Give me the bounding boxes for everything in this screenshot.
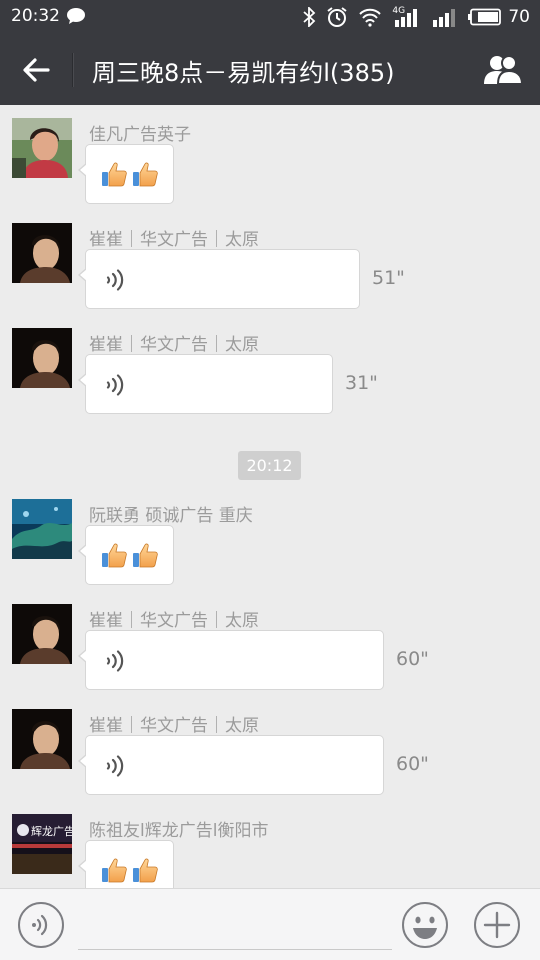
wifi-icon [359,8,382,27]
sender-name: 陈祖友l辉龙广告l衡阳市 [89,821,269,841]
voice-wave-icon [104,649,126,673]
avatar[interactable] [12,604,72,664]
status-icons: 4G 70 [302,5,530,29]
voice-message-bubble[interactable] [78,630,384,690]
thumbs-up-icon [131,856,159,884]
thumbs-up-icon [131,541,159,569]
thumbs-up-emoji-group [100,856,159,884]
message-bubble[interactable] [78,525,174,585]
signal-4g-group: 4G [392,6,422,28]
voice-duration: 51" [372,267,405,289]
group-members-icon[interactable] [482,52,524,88]
voice-duration: 60" [396,648,429,670]
message-bubble[interactable] [78,840,174,888]
thumbs-up-icon [100,541,128,569]
battery-percentage: 70 [508,7,530,27]
header-divider [72,53,73,87]
message-input[interactable] [78,903,392,950]
status-time: 20:32 [11,6,60,26]
sender-name: 崔崔｜华文广告｜太原 [89,335,259,355]
signal-strength-2-icon [433,9,456,27]
voice-message-bubble[interactable] [78,735,384,795]
plus-icon[interactable] [473,901,521,949]
avatar[interactable] [12,499,72,559]
sender-name: 佳凡广告英子 [89,125,191,145]
thumbs-up-emoji-group [100,160,159,188]
chat-header: 周三晚8点－易凯有约l(385) [0,34,540,105]
voice-wave-icon [104,373,126,397]
timestamp-divider: 20:12 [238,451,301,480]
avatar[interactable] [12,328,72,388]
sender-name: 崔崔｜华文广告｜太原 [89,230,259,250]
input-bar [0,888,540,960]
thumbs-up-icon [100,856,128,884]
avatar[interactable] [12,709,72,769]
battery-icon [468,8,502,26]
thumbs-up-icon [100,160,128,188]
arrow-left-icon[interactable] [18,52,54,88]
avatar[interactable] [12,223,72,283]
sender-name: 崔崔｜华文广告｜太原 [89,611,259,631]
voice-message-bubble[interactable] [78,354,333,414]
alarm-icon [327,7,347,27]
chat-title: 周三晚8点－易凯有约l(385) [92,59,395,87]
bluetooth-icon [303,7,316,27]
thumbs-up-icon [131,160,159,188]
avatar[interactable]: 辉龙广告 [12,814,72,874]
message-notification-icon [67,8,85,24]
sender-name: 崔崔｜华文广告｜太原 [89,716,259,736]
voice-duration: 60" [396,753,429,775]
voice-duration: 31" [345,372,378,394]
sender-name: 阮联勇 硕诚广告 重庆 [89,506,253,526]
smiley-icon[interactable] [401,901,449,949]
voice-wave-icon [104,754,126,778]
signal-strength-icon [395,9,418,27]
voice-wave-icon [104,268,126,292]
message-bubble[interactable] [78,144,174,204]
avatar-sign-text: 辉龙广告 [31,825,72,838]
thumbs-up-emoji-group [100,541,159,569]
status-bar: 20:32 4G 70 [0,0,540,34]
avatar[interactable] [12,118,72,178]
voice-message-bubble[interactable] [78,249,360,309]
voice-input-button[interactable] [17,901,65,949]
message-list[interactable]: 佳凡广告英子 崔崔｜华文广告｜太原 51" 崔崔｜华文广告｜太原 31" 阮联勇… [0,105,540,888]
